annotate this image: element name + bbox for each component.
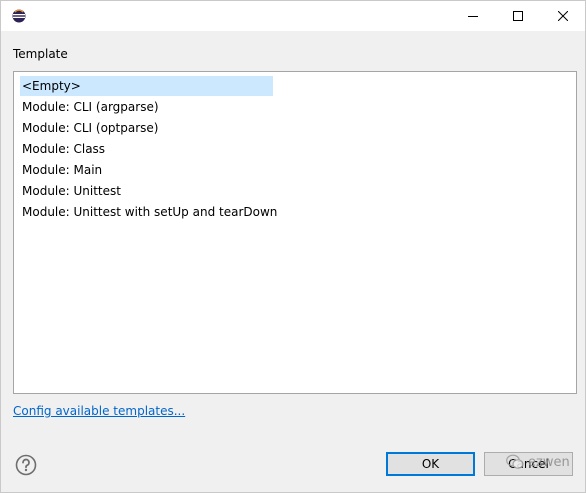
template-item-unittest[interactable]: Module: Unittest: [20, 181, 123, 201]
dialog-footer: OK Cancel: [1, 438, 585, 492]
template-item-main[interactable]: Module: Main: [20, 160, 104, 180]
wechat-icon: [506, 454, 524, 469]
template-item-empty[interactable]: <Empty>: [20, 76, 273, 96]
minimize-icon: [467, 16, 478, 17]
template-item-cli-optparse[interactable]: Module: CLI (optparse): [20, 118, 160, 138]
template-list[interactable]: <Empty> Module: CLI (argparse) Module: C…: [13, 71, 577, 394]
template-item-unittest-setup-teardown[interactable]: Module: Unittest with setUp and tearDown: [20, 202, 279, 222]
template-item-cli-argparse[interactable]: Module: CLI (argparse): [20, 97, 161, 117]
help-button[interactable]: [15, 454, 37, 476]
ok-button[interactable]: OK: [386, 452, 475, 476]
minimize-button[interactable]: [450, 1, 495, 31]
template-item-class[interactable]: Module: Class: [20, 139, 107, 159]
close-button[interactable]: [540, 1, 585, 31]
maximize-icon: [512, 11, 523, 21]
help-icon: [15, 454, 37, 476]
maximize-button[interactable]: [495, 1, 540, 31]
watermark: ezwen: [506, 454, 570, 470]
title-bar[interactable]: [1, 1, 585, 31]
watermark-text: ezwen: [528, 454, 570, 470]
template-label: Template: [13, 47, 68, 61]
close-icon: [557, 11, 568, 21]
new-module-dialog: Template <Empty> Module: CLI (argparse) …: [0, 0, 586, 493]
eclipse-icon: [12, 9, 26, 23]
config-templates-link[interactable]: Config available templates...: [13, 404, 185, 418]
